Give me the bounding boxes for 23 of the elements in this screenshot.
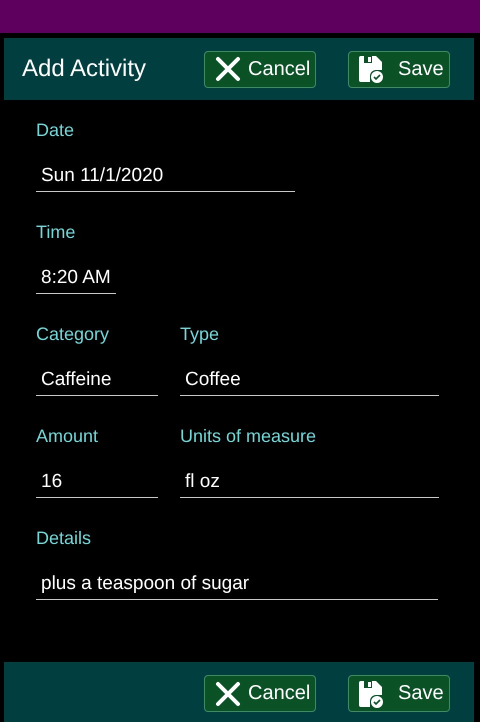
field-label: Category	[36, 323, 110, 345]
floppy-disk-check-icon	[358, 680, 384, 708]
input-field[interactable]: Coffee	[180, 365, 439, 396]
input-field[interactable]: 16	[36, 467, 158, 498]
field-label: Units of measure	[180, 425, 318, 447]
field-label: Time	[36, 221, 76, 243]
input-field[interactable]: Sun 11/1/2020	[36, 161, 295, 192]
input-field[interactable]: Caffeine	[36, 365, 158, 396]
floppy-disk-check-icon	[358, 55, 384, 83]
save-button[interactable]: Save	[348, 50, 450, 88]
page-title: Add Activity	[22, 55, 148, 83]
cancel-button[interactable]: Cancel	[204, 50, 316, 88]
field-label: Amount	[36, 425, 100, 447]
field-label: Date	[36, 119, 76, 141]
save-button[interactable]: Save	[348, 675, 450, 712]
close-icon	[214, 680, 242, 708]
input-field[interactable]: 8:20 AM	[36, 263, 116, 294]
field-label: Type	[180, 323, 220, 345]
input-field[interactable]: fl oz	[180, 467, 439, 498]
cancel-button[interactable]: Cancel	[204, 675, 316, 712]
field-label: Details	[36, 527, 92, 549]
input-field[interactable]: plus a teaspoon of sugar	[36, 569, 438, 600]
close-icon	[214, 55, 242, 83]
